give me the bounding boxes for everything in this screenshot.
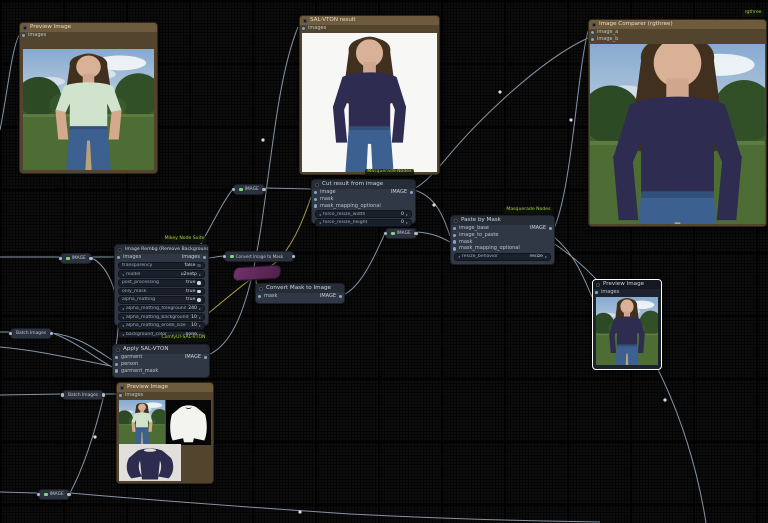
input-mask[interactable]: mask IMAGE: [256, 293, 344, 300]
node-convert-mask-to-image[interactable]: Convert Mask to Image mask IMAGE: [255, 283, 345, 304]
badge-mikey: Mikey Node Suite: [162, 236, 207, 243]
input-image-a[interactable]: image_a: [589, 29, 766, 36]
node-salvton-result[interactable]: SAL-VTON result images: [299, 15, 440, 175]
collapse-dot-icon[interactable]: [44, 492, 48, 497]
node-title[interactable]: Preview Image: [117, 383, 213, 392]
input-images[interactable]: images images: [115, 254, 208, 261]
input-images[interactable]: images: [20, 32, 157, 39]
node-batch-images-1[interactable]: Batch Images: [8, 328, 54, 339]
node-title[interactable]: Convert Mask to Image: [256, 284, 344, 293]
output-image[interactable]: IMAGE: [530, 225, 546, 232]
badge-masquerade-2: Masquerade Nodes: [503, 207, 553, 214]
batch-image-person: [119, 400, 165, 445]
toggle-on: [197, 298, 201, 302]
reroute-image-2[interactable]: IMAGE: [59, 253, 93, 264]
node-image-comparer[interactable]: Image Comparer (rgthree) image_a image_b: [588, 19, 767, 227]
widget-post-processing[interactable]: post_processing true: [118, 278, 205, 287]
input-mask-mapping[interactable]: mask_mapping_optional: [451, 245, 554, 252]
node-title[interactable]: Preview Image: [20, 23, 157, 32]
input-images[interactable]: images: [593, 289, 661, 296]
widget-force-resize-height[interactable]: force_resize_height0: [315, 218, 412, 227]
reroute-image-4[interactable]: IMAGE: [37, 489, 71, 500]
input-images[interactable]: images: [117, 392, 213, 399]
input-garment-mask[interactable]: garment_mask: [113, 368, 209, 375]
input-garment[interactable]: garment IMAGE: [113, 354, 209, 361]
widget-only-mask[interactable]: only_mask true: [118, 287, 205, 296]
node-title[interactable]: Preview Image: [593, 280, 661, 289]
widget-alpha-matting[interactable]: alpha_matting true: [118, 296, 205, 304]
node-preview-small[interactable]: Preview Image images: [592, 279, 662, 370]
batch-image-sweater: [119, 444, 181, 481]
widget-transparency[interactable]: transparency false: [118, 261, 205, 270]
node-title[interactable]: Apply SAL-VTON: [113, 345, 209, 354]
small-preview-image: [596, 297, 658, 365]
toggle-on: [197, 289, 201, 294]
node-title[interactable]: Image Rembg (Remove Background): [115, 245, 208, 254]
input-mask[interactable]: mask: [312, 196, 415, 203]
preview-image-park: [23, 49, 154, 170]
toggle-on: [197, 280, 201, 285]
output-image[interactable]: IMAGE: [185, 354, 201, 361]
node-batch-images-2[interactable]: Batch Images: [60, 390, 106, 400]
node-convert-image-to-mask[interactable]: Convert Image to Mask: [223, 251, 296, 262]
input-mask-mapping[interactable]: mask_mapping_optional: [312, 203, 415, 210]
reroute-image-1[interactable]: IMAGE: [232, 184, 266, 195]
input-image[interactable]: image IMAGE: [312, 189, 415, 196]
toggle-off: [197, 263, 201, 268]
collapse-dot-icon[interactable]: [239, 187, 243, 192]
node-title[interactable]: SAL-VTON result: [300, 16, 439, 25]
node-title[interactable]: Paste by Mask: [451, 216, 554, 225]
node-image-rembg[interactable]: Image Rembg (Remove Background) images im…: [114, 244, 209, 339]
collapse-dot-icon[interactable]: [230, 254, 234, 259]
widget-model[interactable]: modelu2netp: [118, 270, 205, 278]
node-apply-salvton[interactable]: Apply SAL-VTON garment IMAGE person garme…: [112, 344, 210, 378]
node-preview-main[interactable]: Preview Image images: [19, 22, 158, 174]
input-mask[interactable]: mask: [451, 239, 554, 246]
input-person[interactable]: person: [113, 361, 209, 368]
collapse-dot-icon[interactable]: [66, 256, 70, 261]
widget-alpha-bg-threshold[interactable]: alpha_matting_background_threshold10: [118, 313, 205, 321]
collapse-dot-icon[interactable]: [391, 231, 395, 236]
widget-force-resize-width[interactable]: force_resize_width0: [315, 210, 412, 218]
output-image[interactable]: IMAGE: [391, 189, 407, 196]
widget-erode-size[interactable]: alpha_matting_erode_size10: [118, 321, 205, 330]
widget-resize-behavior[interactable]: resize_behaviorresize: [454, 253, 551, 261]
input-image-base[interactable]: image_base IMAGE: [451, 225, 554, 232]
output-images[interactable]: images: [182, 254, 200, 261]
badge-masquerade-1: Masquerade Nodes: [364, 169, 414, 176]
result-image-white-bg: [302, 33, 437, 172]
widget-alpha-fg-threshold[interactable]: alpha_matting_foreground_threshold240: [118, 304, 205, 313]
badge-rgthree: rgthree: [742, 10, 764, 17]
reroute-image-3[interactable]: IMAGE: [384, 228, 418, 239]
node-title[interactable]: Cut result from image: [312, 180, 415, 189]
batch-image-white-shirt: [166, 400, 211, 445]
input-image-to-paste[interactable]: image_to_paste: [451, 232, 554, 239]
node-bypassed-collapsed[interactable]: [232, 264, 282, 282]
badge-salvton: ComfyUI-SAL-VTON: [158, 335, 208, 342]
comparer-image[interactable]: [590, 44, 765, 224]
node-cut-result[interactable]: Cut result from image image IMAGE mask ma…: [311, 179, 416, 227]
node-paste-by-mask[interactable]: Paste by Mask image_base IMAGE image_to_p…: [450, 215, 555, 265]
output-image[interactable]: IMAGE: [320, 293, 336, 300]
node-title[interactable]: Image Comparer (rgthree): [589, 20, 766, 29]
node-preview-batch[interactable]: Preview Image images: [116, 382, 214, 484]
graph-canvas[interactable]: Preview Image images SAL-VTON result ima…: [0, 0, 768, 523]
input-images[interactable]: images: [300, 25, 439, 32]
input-image-b[interactable]: image_b: [589, 36, 766, 43]
